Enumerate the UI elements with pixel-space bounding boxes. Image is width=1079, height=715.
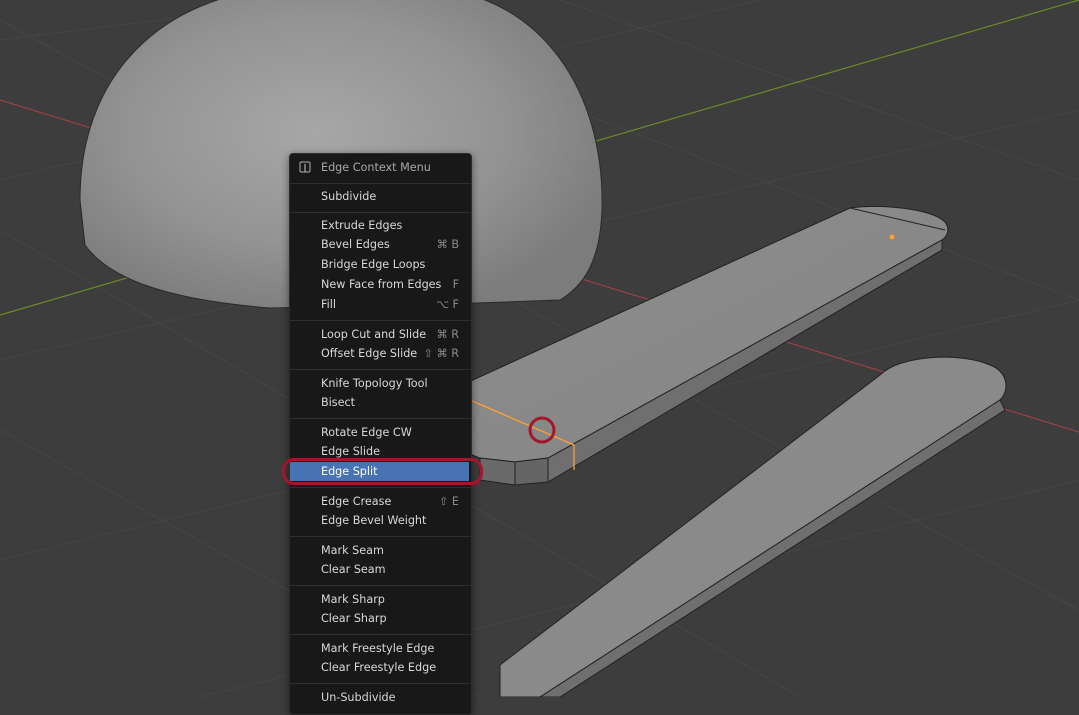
menu-item-label: Clear Seam xyxy=(321,563,386,576)
menu-item-new-face-from-edges[interactable]: New Face from Edges F xyxy=(290,275,471,294)
menu-item-label: Rotate Edge CW xyxy=(321,426,412,439)
menu-item-label: Fill xyxy=(321,298,336,311)
edge-menu-icon xyxy=(299,161,311,173)
menu-item-label: Offset Edge Slide xyxy=(321,347,418,360)
menu-separator xyxy=(290,369,471,370)
menu-item-clear-sharp[interactable]: Clear Sharp xyxy=(290,609,471,628)
menu-item-shortcut: ⌘ B xyxy=(436,238,459,251)
menu-title: Edge Context Menu xyxy=(321,161,431,174)
menu-separator xyxy=(290,683,471,684)
menu-item-loop-cut-and-slide[interactable]: Loop Cut and Slide ⌘ R xyxy=(290,325,471,344)
menu-separator xyxy=(290,536,471,537)
menu-item-knife-topology-tool[interactable]: Knife Topology Tool xyxy=(290,374,471,393)
menu-item-subdivide[interactable]: Subdivide xyxy=(290,187,471,206)
menu-item-rotate-edge-cw[interactable]: Rotate Edge CW xyxy=(290,423,471,442)
menu-item-mark-sharp[interactable]: Mark Sharp xyxy=(290,590,471,609)
3d-viewport[interactable] xyxy=(0,0,1079,697)
menu-item-un-subdivide[interactable]: Un-Subdivide xyxy=(290,688,471,707)
menu-item-label: Loop Cut and Slide xyxy=(321,328,427,341)
menu-item-shortcut: ⌘ R xyxy=(436,328,459,341)
menu-item-label: Clear Freestyle Edge xyxy=(321,661,437,674)
menu-item-label: Extrude Edges xyxy=(321,219,403,232)
menu-item-shortcut: ⌥ F xyxy=(436,298,459,311)
menu-item-label: Subdivide xyxy=(321,190,377,203)
menu-item-shortcut: ⇧ ⌘ R xyxy=(423,347,459,360)
menu-separator xyxy=(290,487,471,488)
edge-context-menu: Edge Context Menu Subdivide Extrude Edge… xyxy=(289,153,472,715)
menu-item-label: Mark Sharp xyxy=(321,593,385,606)
menu-item-label: Knife Topology Tool xyxy=(321,377,428,390)
menu-separator xyxy=(290,585,471,586)
menu-item-extrude-edges[interactable]: Extrude Edges xyxy=(290,216,471,235)
menu-item-label: Bevel Edges xyxy=(321,238,390,251)
menu-separator xyxy=(290,183,471,184)
menu-item-shortcut: ⇧ E xyxy=(439,495,459,508)
menu-item-mark-freestyle-edge[interactable]: Mark Freestyle Edge xyxy=(290,639,471,658)
menu-item-bevel-edges[interactable]: Bevel Edges ⌘ B xyxy=(290,235,471,254)
menu-item-label: Clear Sharp xyxy=(321,612,387,625)
menu-item-label: New Face from Edges xyxy=(321,278,442,291)
menu-item-label: Edge Slide xyxy=(321,445,381,458)
menu-item-label: Mark Freestyle Edge xyxy=(321,642,435,655)
menu-separator xyxy=(290,634,471,635)
annotation-highlight-ring xyxy=(282,458,483,485)
menu-item-mark-seam[interactable]: Mark Seam xyxy=(290,541,471,560)
menu-item-label: Edge Bevel Weight xyxy=(321,514,427,527)
menu-header: Edge Context Menu xyxy=(290,154,471,182)
menu-item-clear-seam[interactable]: Clear Seam xyxy=(290,560,471,579)
menu-separator xyxy=(290,320,471,321)
menu-item-label: Bisect xyxy=(321,396,356,409)
menu-item-label: Un-Subdivide xyxy=(321,691,396,704)
menu-item-bisect[interactable]: Bisect xyxy=(290,393,471,412)
menu-item-shortcut: F xyxy=(452,278,459,291)
menu-item-edge-crease[interactable]: Edge Crease ⇧ E xyxy=(290,492,471,511)
menu-item-label: Mark Seam xyxy=(321,544,384,557)
menu-item-edge-bevel-weight[interactable]: Edge Bevel Weight xyxy=(290,511,471,530)
menu-item-label: Bridge Edge Loops xyxy=(321,258,426,271)
menu-item-clear-freestyle-edge[interactable]: Clear Freestyle Edge xyxy=(290,658,471,677)
menu-separator xyxy=(290,212,471,213)
menu-item-offset-edge-slide[interactable]: Offset Edge Slide ⇧ ⌘ R xyxy=(290,344,471,363)
menu-item-bridge-edge-loops[interactable]: Bridge Edge Loops xyxy=(290,255,471,274)
menu-item-fill[interactable]: Fill ⌥ F xyxy=(290,295,471,314)
menu-item-label: Edge Crease xyxy=(321,495,392,508)
menu-separator xyxy=(290,418,471,419)
